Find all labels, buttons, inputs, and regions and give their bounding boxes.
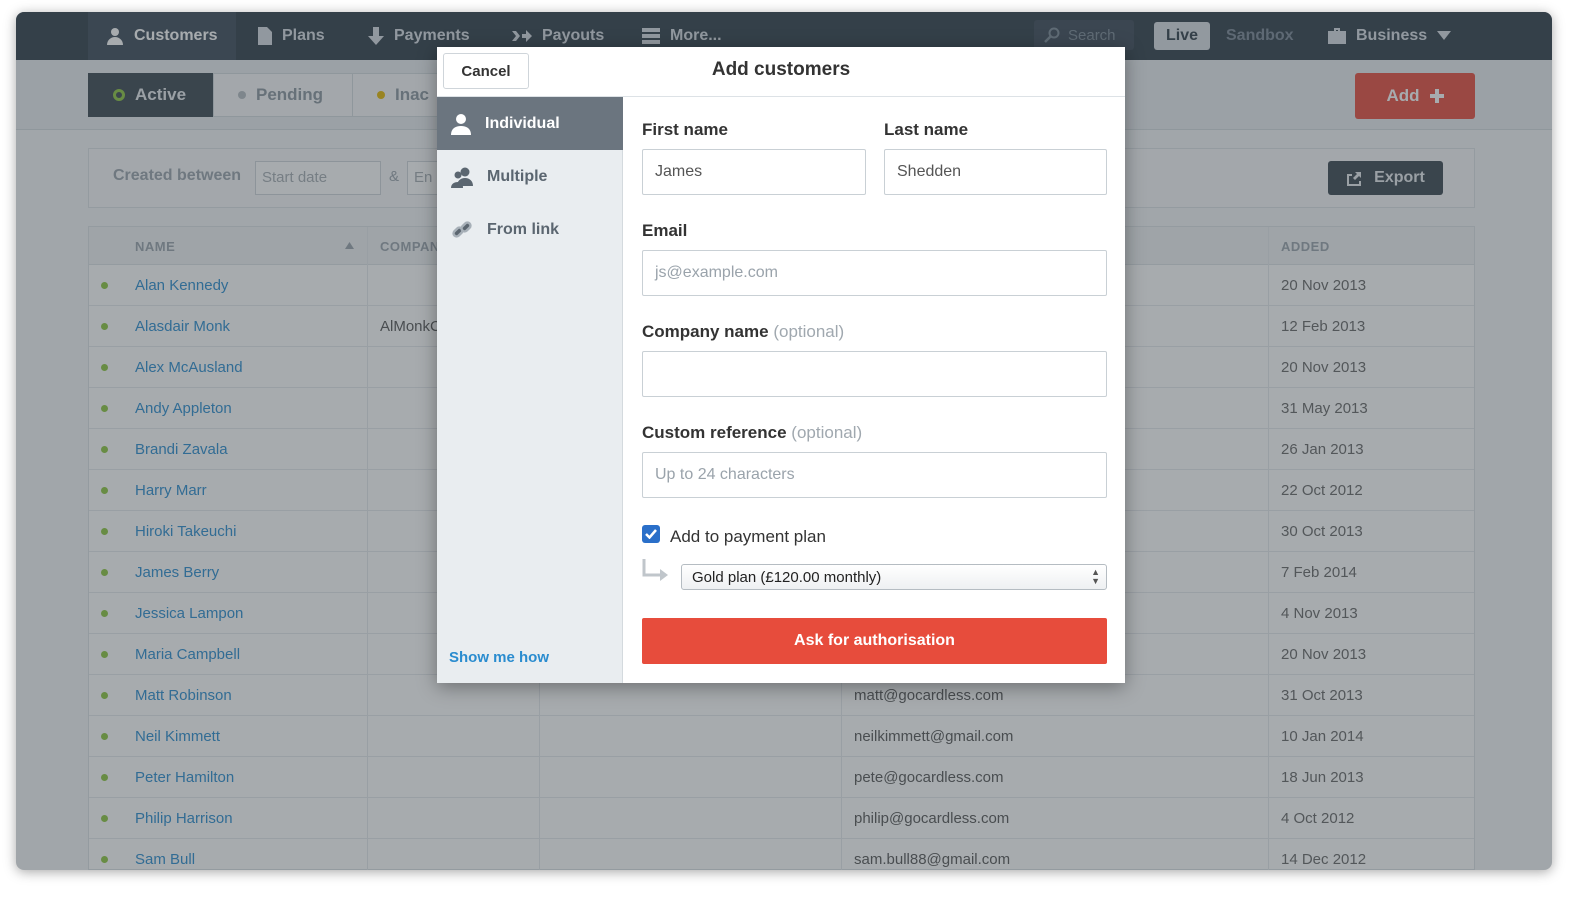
first-name-field[interactable]: James [642,149,866,195]
link-icon [452,220,472,238]
sidebar-item-from-link[interactable]: From link [437,203,623,256]
email-label: Email [642,221,688,240]
app-window: Customers Plans Payments Payouts More...… [16,12,1552,870]
company-name-field[interactable] [642,351,1107,397]
modal-title: Add customers [711,59,851,80]
add-to-plan-label[interactable]: Add to payment plan [670,527,826,547]
corner-arrow-icon [642,559,668,581]
people-icon [451,167,473,188]
sidebar-item-individual[interactable]: Individual [437,97,623,150]
payment-plan-selected: Gold plan (£120.00 monthly) [692,569,882,586]
add-customers-modal: Cancel Add customers Individual Multiple… [437,47,1125,683]
checkmark-icon [645,529,657,539]
last-name-field[interactable]: Shedden [884,149,1107,195]
custom-reference-label-text: Custom reference [642,423,787,442]
modal-header: Cancel Add customers [437,47,1125,97]
email-field[interactable]: js@example.com [642,250,1107,296]
sidebar-item-multiple[interactable]: Multiple [437,150,623,203]
modal-sidebar: Individual Multiple From link Show me ho… [437,97,623,683]
custom-reference-field[interactable]: Up to 24 characters [642,452,1107,498]
first-name-label: First name [642,120,728,139]
company-name-label: Company name (optional) [642,322,844,342]
sidebar-item-label: From link [487,220,560,238]
optional-hint: (optional) [791,423,863,442]
last-name-label: Last name [884,120,969,139]
add-to-plan-checkbox[interactable] [642,525,660,543]
person-icon [451,113,471,135]
custom-reference-label: Custom reference (optional) [642,423,862,443]
optional-hint: (optional) [773,322,845,341]
ask-for-authorisation-button[interactable]: Ask for authorisation [642,618,1107,664]
company-name-label-text: Company name [642,322,769,341]
sidebar-item-label: Multiple [487,167,548,185]
sidebar-item-label: Individual [485,114,560,132]
select-arrows-icon: ▲ ▼ [1091,567,1100,586]
payment-plan-select[interactable]: Gold plan (£120.00 monthly) ▲ ▼ [681,564,1107,590]
show-me-how-link[interactable]: Show me how [449,649,549,666]
